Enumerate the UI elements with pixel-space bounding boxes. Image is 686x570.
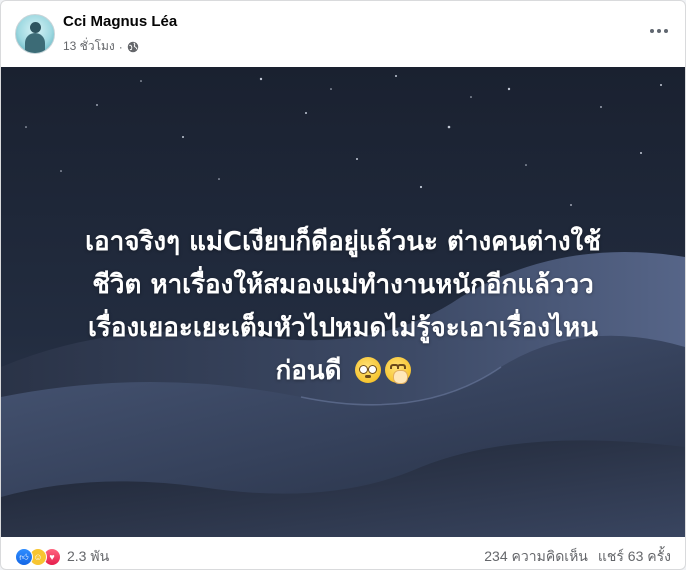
reactions-summary[interactable]: 👍︎ ☺ ♥ 2.3 พัน — [15, 546, 109, 568]
post-caption: เอาจริงๆ แม่Cเงียบก็ดีอยู่แล้วนะ ต่างคนต… — [1, 221, 685, 393]
shares-count[interactable]: แชร์ 63 ครั้ง — [598, 546, 671, 568]
post-header: Cci Magnus Léa 13 ชั่วโมง · — [1, 1, 685, 63]
caption-line: ชีวิต หาเรื่องให้สมองแม่ทำงานหนักอีกแล้ว… — [92, 270, 594, 300]
author-name[interactable]: Cci Magnus Léa — [63, 13, 177, 30]
globe-icon[interactable] — [127, 41, 139, 53]
more-dot — [664, 29, 668, 33]
more-dot — [650, 29, 654, 33]
post-footer: 👍︎ ☺ ♥ 2.3 พัน 234 ความคิดเห็น แชร์ 63 ค… — [1, 537, 685, 569]
caption-line-text: ก่อนดี — [275, 356, 342, 386]
author-avatar[interactable] — [15, 14, 55, 54]
emoji-hand — [392, 370, 408, 384]
avatar-figure-head — [30, 22, 41, 33]
pleading-face-emoji — [354, 357, 381, 383]
caption-line-last: ก่อนดี — [1, 350, 685, 393]
emoji-mouth — [364, 375, 371, 378]
caption-line: เรื่องเยอะเยะเต็มหัวไปหมดไม่รู้จะเอาเรื่… — [88, 313, 598, 343]
emoji-eye — [358, 365, 368, 374]
post-image[interactable]: เอาจริงๆ แม่Cเงียบก็ดีอยู่แล้วนะ ต่างคนต… — [1, 67, 685, 537]
post-time[interactable]: 13 ชั่วโมง — [63, 37, 115, 56]
more-dot — [657, 29, 661, 33]
post-meta: 13 ชั่วโมง · — [63, 37, 139, 56]
emoji-eye — [367, 365, 377, 374]
face-with-hand-over-mouth-emoji — [384, 357, 411, 384]
meta-separator: · — [118, 39, 123, 54]
emoji-eye — [396, 364, 406, 369]
post-card: Cci Magnus Léa 13 ชั่วโมง · เอาจริงๆ แม่… — [0, 0, 686, 570]
more-options-icon[interactable] — [647, 19, 671, 43]
engagement-stats: 234 ความคิดเห็น แชร์ 63 ครั้ง — [484, 546, 671, 568]
like-icon: 👍︎ — [15, 548, 33, 566]
comments-count[interactable]: 234 ความคิดเห็น — [484, 546, 588, 568]
reaction-count: 2.3 พัน — [67, 548, 110, 564]
caption-line: เอาจริงๆ แม่Cเงียบก็ดีอยู่แล้วนะ ต่างคนต… — [85, 227, 601, 257]
avatar-figure-body — [25, 33, 45, 53]
